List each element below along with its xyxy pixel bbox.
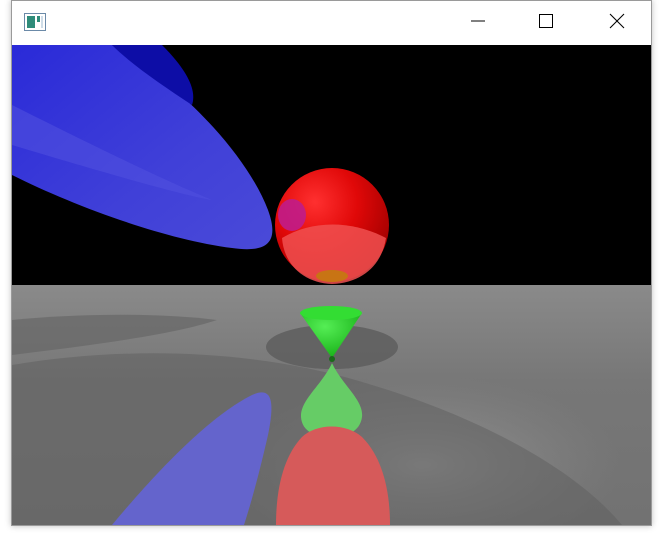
maximize-icon: [538, 13, 554, 34]
green-cone-tip: [329, 356, 335, 362]
close-button[interactable]: [582, 1, 652, 45]
minimize-button[interactable]: [444, 1, 512, 45]
app-window-icon: [24, 13, 46, 31]
title-bar[interactable]: [12, 1, 651, 45]
red-sphere-orange-reflection: [316, 270, 348, 282]
render-window: [11, 0, 652, 526]
maximize-button[interactable]: [512, 1, 580, 45]
green-cone-top: [300, 306, 362, 320]
close-icon: [609, 13, 625, 34]
render-viewport[interactable]: [12, 45, 651, 525]
minimize-icon: [470, 13, 486, 34]
raytraced-scene: [12, 45, 651, 525]
red-sphere-magenta-reflection: [278, 199, 306, 231]
